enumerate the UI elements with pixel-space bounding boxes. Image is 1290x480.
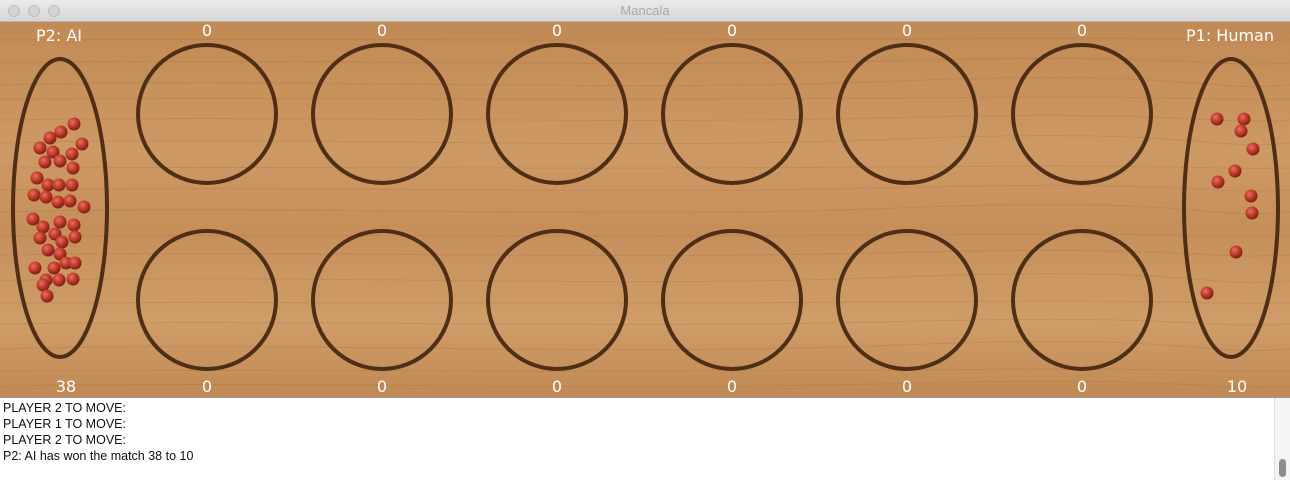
stone: [53, 215, 67, 229]
store-p2-count: 38: [56, 377, 76, 396]
log-line: PLAYER 2 TO MOVE:: [3, 401, 126, 415]
log-line: PLAYER 2 TO MOVE:: [3, 433, 126, 447]
stone: [1211, 175, 1225, 189]
store-p1-count: 10: [1227, 377, 1247, 396]
stone: [52, 178, 66, 192]
stone: [1200, 286, 1214, 300]
stone: [77, 200, 91, 214]
stone: [68, 230, 82, 244]
window-title: Mancala: [620, 3, 670, 18]
stone: [38, 155, 52, 169]
stone: [1246, 142, 1260, 156]
stone: [54, 125, 68, 139]
stone: [53, 154, 67, 168]
stone: [68, 256, 82, 270]
pit-top-3-count: 0: [552, 22, 562, 40]
stone: [67, 218, 81, 232]
stone: [36, 220, 50, 234]
pit-bottom-6-count: 0: [1077, 377, 1087, 396]
stone: [47, 261, 61, 275]
pit-top-4-count: 0: [727, 22, 737, 40]
stone: [33, 231, 47, 245]
stone: [30, 171, 44, 185]
pit-bottom-4-count: 0: [727, 377, 737, 396]
stone: [43, 131, 57, 145]
stone: [66, 272, 80, 286]
stone: [1234, 124, 1248, 138]
stone: [1237, 112, 1251, 126]
stone: [66, 161, 80, 175]
stone: [65, 178, 79, 192]
stone: [1229, 245, 1243, 259]
log-scrollbar[interactable]: [1274, 398, 1290, 480]
stone: [67, 117, 81, 131]
pit-bottom-3-count: 0: [552, 377, 562, 396]
game-log[interactable]: PLAYER 2 TO MOVE: PLAYER 1 TO MOVE: PLAY…: [0, 397, 1290, 480]
stone: [75, 137, 89, 151]
stone: [55, 235, 69, 249]
log-line: PLAYER 1 TO MOVE:: [3, 417, 126, 431]
player1-label: P1: Human: [1186, 26, 1274, 45]
pit-bottom-5-count: 0: [902, 377, 912, 396]
stone: [51, 195, 65, 209]
pit-top-1-count: 0: [202, 22, 212, 40]
board-canvas: P2: AI P1: Human 0 0 0 0 0 0 38 0 0 0 0 …: [0, 22, 1290, 397]
stone: [1245, 206, 1259, 220]
stone: [63, 194, 77, 208]
stone: [28, 261, 42, 275]
player2-label: P2: AI: [36, 26, 82, 45]
stone: [41, 243, 55, 257]
stone: [1210, 112, 1224, 126]
log-line: P2: AI has won the match 38 to 10: [3, 449, 194, 463]
stone: [65, 147, 79, 161]
stone: [33, 141, 47, 155]
pit-top-6-count: 0: [1077, 22, 1087, 40]
window-titlebar: Mancala: [0, 0, 1290, 22]
pit-bottom-2-count: 0: [377, 377, 387, 396]
stone: [27, 188, 41, 202]
scrollbar-thumb[interactable]: [1279, 459, 1286, 477]
stone: [1244, 189, 1258, 203]
pit-top-5-count: 0: [902, 22, 912, 40]
mancala-board: P2: AI P1: Human 0 0 0 0 0 0 38 0 0 0 0 …: [0, 22, 1290, 397]
stone: [40, 289, 54, 303]
stone: [1228, 164, 1242, 178]
stone: [39, 190, 53, 204]
log-text: PLAYER 2 TO MOVE: PLAYER 1 TO MOVE: PLAY…: [3, 400, 193, 464]
stone: [52, 273, 66, 287]
pit-bottom-1-count: 0: [202, 377, 212, 396]
pit-top-2-count: 0: [377, 22, 387, 40]
